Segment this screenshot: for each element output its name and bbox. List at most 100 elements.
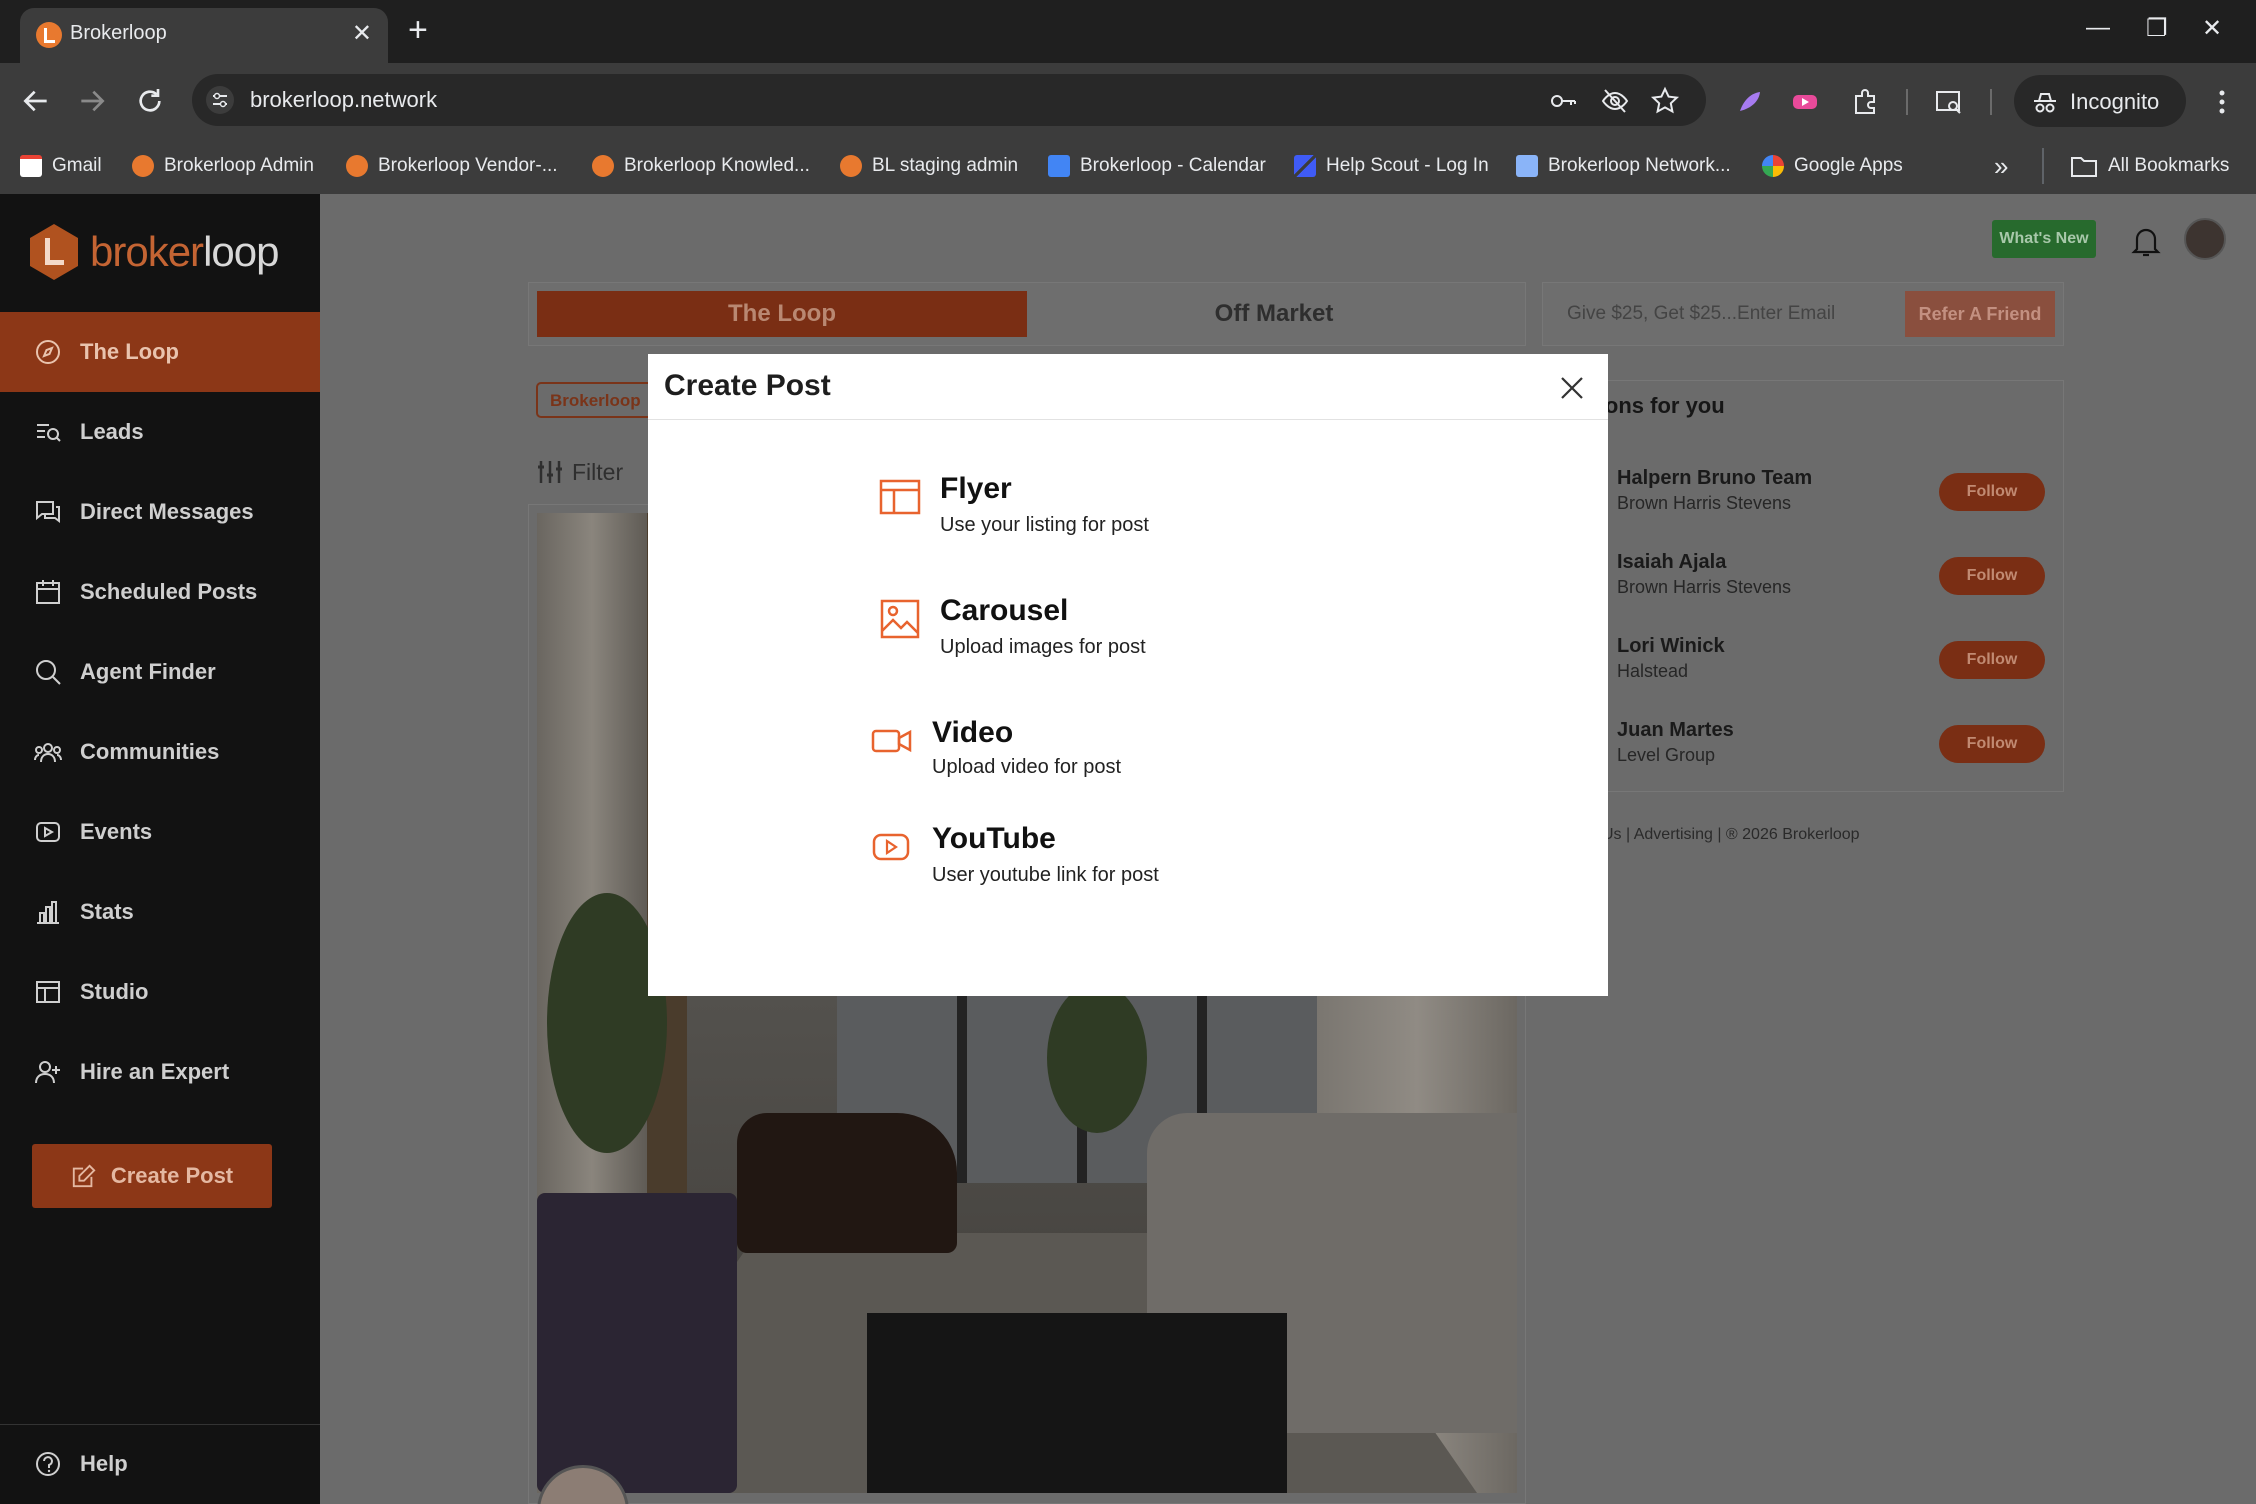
video-camera-icon xyxy=(870,720,914,762)
suggestion-company: Brown Harris Stevens xyxy=(1617,493,1792,513)
more-bookmarks-chevron-icon[interactable]: » xyxy=(1994,151,2008,181)
site-info-icon[interactable] xyxy=(206,86,234,114)
follow-button[interactable]: Follow xyxy=(1939,473,2045,511)
suggestion-row: Lori Winick Halstead Follow xyxy=(1543,629,2065,699)
browser-tab[interactable]: Brokerloop ✕ xyxy=(20,8,388,64)
bookmark-brokerloop-network[interactable]: Brokerloop Network... xyxy=(1516,152,1731,180)
sidebar-item-communities[interactable]: Communities xyxy=(0,712,320,792)
url-text[interactable]: brokerloop.network xyxy=(250,87,437,113)
user-avatar[interactable] xyxy=(2184,218,2226,260)
layout-icon xyxy=(878,476,922,518)
back-arrow-icon[interactable] xyxy=(20,85,52,117)
follow-button[interactable]: Follow xyxy=(1939,557,2045,595)
suggestion-name[interactable]: Juan Martes xyxy=(1617,719,1734,742)
option-subtitle: Upload video for post xyxy=(932,756,1122,778)
bookmark-brokerloop-vendor[interactable]: Brokerloop Vendor-... xyxy=(346,152,558,180)
browser-menu-icon[interactable] xyxy=(2212,87,2232,117)
modal-title: Create Post xyxy=(664,369,831,402)
sidebar-item-agent-finder[interactable]: Agent Finder xyxy=(0,632,320,712)
referral-email-input[interactable]: Give $25, Get $25...Enter Email xyxy=(1567,303,1835,325)
sidebar-item-scheduled-posts[interactable]: Scheduled Posts xyxy=(0,552,320,632)
star-icon[interactable] xyxy=(1650,86,1680,116)
sliders-icon xyxy=(538,461,562,483)
window-close-icon[interactable]: ✕ xyxy=(2202,14,2222,43)
bookmark-brokerloop-knowledge[interactable]: Brokerloop Knowled... xyxy=(592,152,810,180)
sidebar-item-hire-an-expert[interactable]: Hire an Expert xyxy=(0,1032,320,1112)
create-post-label: Create Post xyxy=(110,1163,234,1188)
logo-badge-icon xyxy=(30,224,78,280)
bookmark-label: Brokerloop Knowled... xyxy=(624,155,810,176)
brokerloop-icon xyxy=(346,155,368,177)
option-subtitle: Upload images for post xyxy=(940,636,1146,658)
bookmark-label: Gmail xyxy=(52,155,102,176)
suggestion-company: Brown Harris Stevens xyxy=(1617,577,1792,597)
brokerloop-logo[interactable]: brokerloop xyxy=(30,220,279,284)
bookmark-help-scout[interactable]: Help Scout - Log In xyxy=(1294,152,1489,180)
tab-close-icon[interactable]: ✕ xyxy=(352,22,372,46)
filter-label: Filter xyxy=(572,458,624,485)
extensions-puzzle-icon[interactable] xyxy=(1850,87,1880,117)
brokerloop-filter-chip[interactable]: Brokerloop xyxy=(536,382,656,418)
bookmark-brokerloop-calendar[interactable]: Brokerloop - Calendar xyxy=(1048,152,1266,180)
tab-off-market[interactable]: Off Market xyxy=(1029,291,1519,337)
follow-button[interactable]: Follow xyxy=(1939,641,2045,679)
sidebar-item-label: Events xyxy=(80,819,153,844)
sidebar-item-the-loop[interactable]: The Loop xyxy=(0,312,320,392)
help-icon xyxy=(36,1452,60,1476)
sidebar-item-stats[interactable]: Stats xyxy=(0,872,320,952)
suggestion-company: Level Group xyxy=(1617,745,1716,765)
sidebar-item-direct-messages[interactable]: Direct Messages xyxy=(0,472,320,552)
helpscout-icon xyxy=(1294,155,1316,177)
suggestion-row: Halpern Bruno Team Brown Harris Stevens … xyxy=(1543,461,2065,531)
close-icon[interactable] xyxy=(1558,374,1586,402)
sidebar-item-events[interactable]: Events xyxy=(0,792,320,872)
tab-the-loop[interactable]: The Loop xyxy=(537,291,1027,337)
suggestion-name[interactable]: Lori Winick xyxy=(1617,635,1725,658)
suggestion-row: Juan Martes Level Group Follow xyxy=(1543,713,2065,783)
folder-icon xyxy=(2071,157,2097,177)
notification-bell-icon[interactable] xyxy=(2130,224,2162,258)
feather-extension-icon[interactable] xyxy=(1734,87,1764,117)
suggestion-name[interactable]: Halpern Bruno Team xyxy=(1617,467,1812,490)
all-bookmarks-folder[interactable]: All Bookmarks xyxy=(2070,152,2229,180)
filter-button[interactable]: Filter xyxy=(536,458,623,486)
refer-a-friend-button[interactable]: Refer A Friend xyxy=(1905,291,2055,337)
reload-icon[interactable] xyxy=(134,85,166,117)
option-flyer[interactable]: Flyer Use your listing for post xyxy=(878,472,1298,552)
bookmark-brokerloop-admin[interactable]: Brokerloop Admin xyxy=(132,152,314,180)
video-extension-icon[interactable] xyxy=(1790,87,1820,117)
minimize-icon[interactable]: — xyxy=(2086,14,2110,42)
bookmark-bl-staging-admin[interactable]: BL staging admin xyxy=(840,152,1018,180)
restore-icon[interactable]: ❐ xyxy=(2146,14,2168,43)
address-bar[interactable]: brokerloop.network xyxy=(192,74,1706,126)
brokerloop-icon xyxy=(592,155,614,177)
option-youtube[interactable]: YouTube User youtube link for post xyxy=(872,822,1298,902)
footer-links[interactable]: Us | Advertising | ® 2026 Brokerloop xyxy=(1602,826,1860,844)
sidebar-item-label: Help xyxy=(80,1451,128,1476)
tab-search-icon[interactable] xyxy=(1934,87,1964,117)
create-post-button[interactable]: Create Post xyxy=(32,1144,272,1208)
eye-off-icon[interactable] xyxy=(1600,86,1630,116)
brokerloop-favicon-icon xyxy=(36,22,62,48)
whats-new-button[interactable]: What's New xyxy=(1992,220,2096,258)
logo-wordmark-b: loop xyxy=(203,228,279,275)
option-subtitle: User youtube link for post xyxy=(932,864,1159,886)
bookmark-label: Brokerloop Admin xyxy=(164,155,314,176)
key-icon[interactable] xyxy=(1548,86,1578,116)
edit-icon xyxy=(72,1164,96,1188)
suggestion-name[interactable]: Isaiah Ajala xyxy=(1617,551,1726,574)
sidebar-item-help[interactable]: Help xyxy=(0,1424,320,1504)
sidebar-item-studio[interactable]: Studio xyxy=(0,952,320,1032)
option-carousel[interactable]: Carousel Upload images for post xyxy=(878,594,1298,674)
forward-arrow-icon[interactable] xyxy=(76,85,108,117)
new-tab-icon[interactable]: + xyxy=(408,12,428,48)
stats-icon xyxy=(37,901,59,924)
incognito-indicator[interactable]: Incognito xyxy=(2014,75,2186,127)
option-video[interactable]: Video Upload video for post xyxy=(871,716,1298,796)
incognito-label: Incognito xyxy=(2070,89,2160,114)
bookmark-google-apps[interactable]: Google Apps xyxy=(1762,152,1903,180)
bookmark-gmail[interactable]: Gmail xyxy=(20,152,102,180)
follow-button[interactable]: Follow xyxy=(1939,725,2045,763)
bookmark-label: BL staging admin xyxy=(872,155,1019,176)
sidebar-item-leads[interactable]: Leads xyxy=(0,392,320,472)
